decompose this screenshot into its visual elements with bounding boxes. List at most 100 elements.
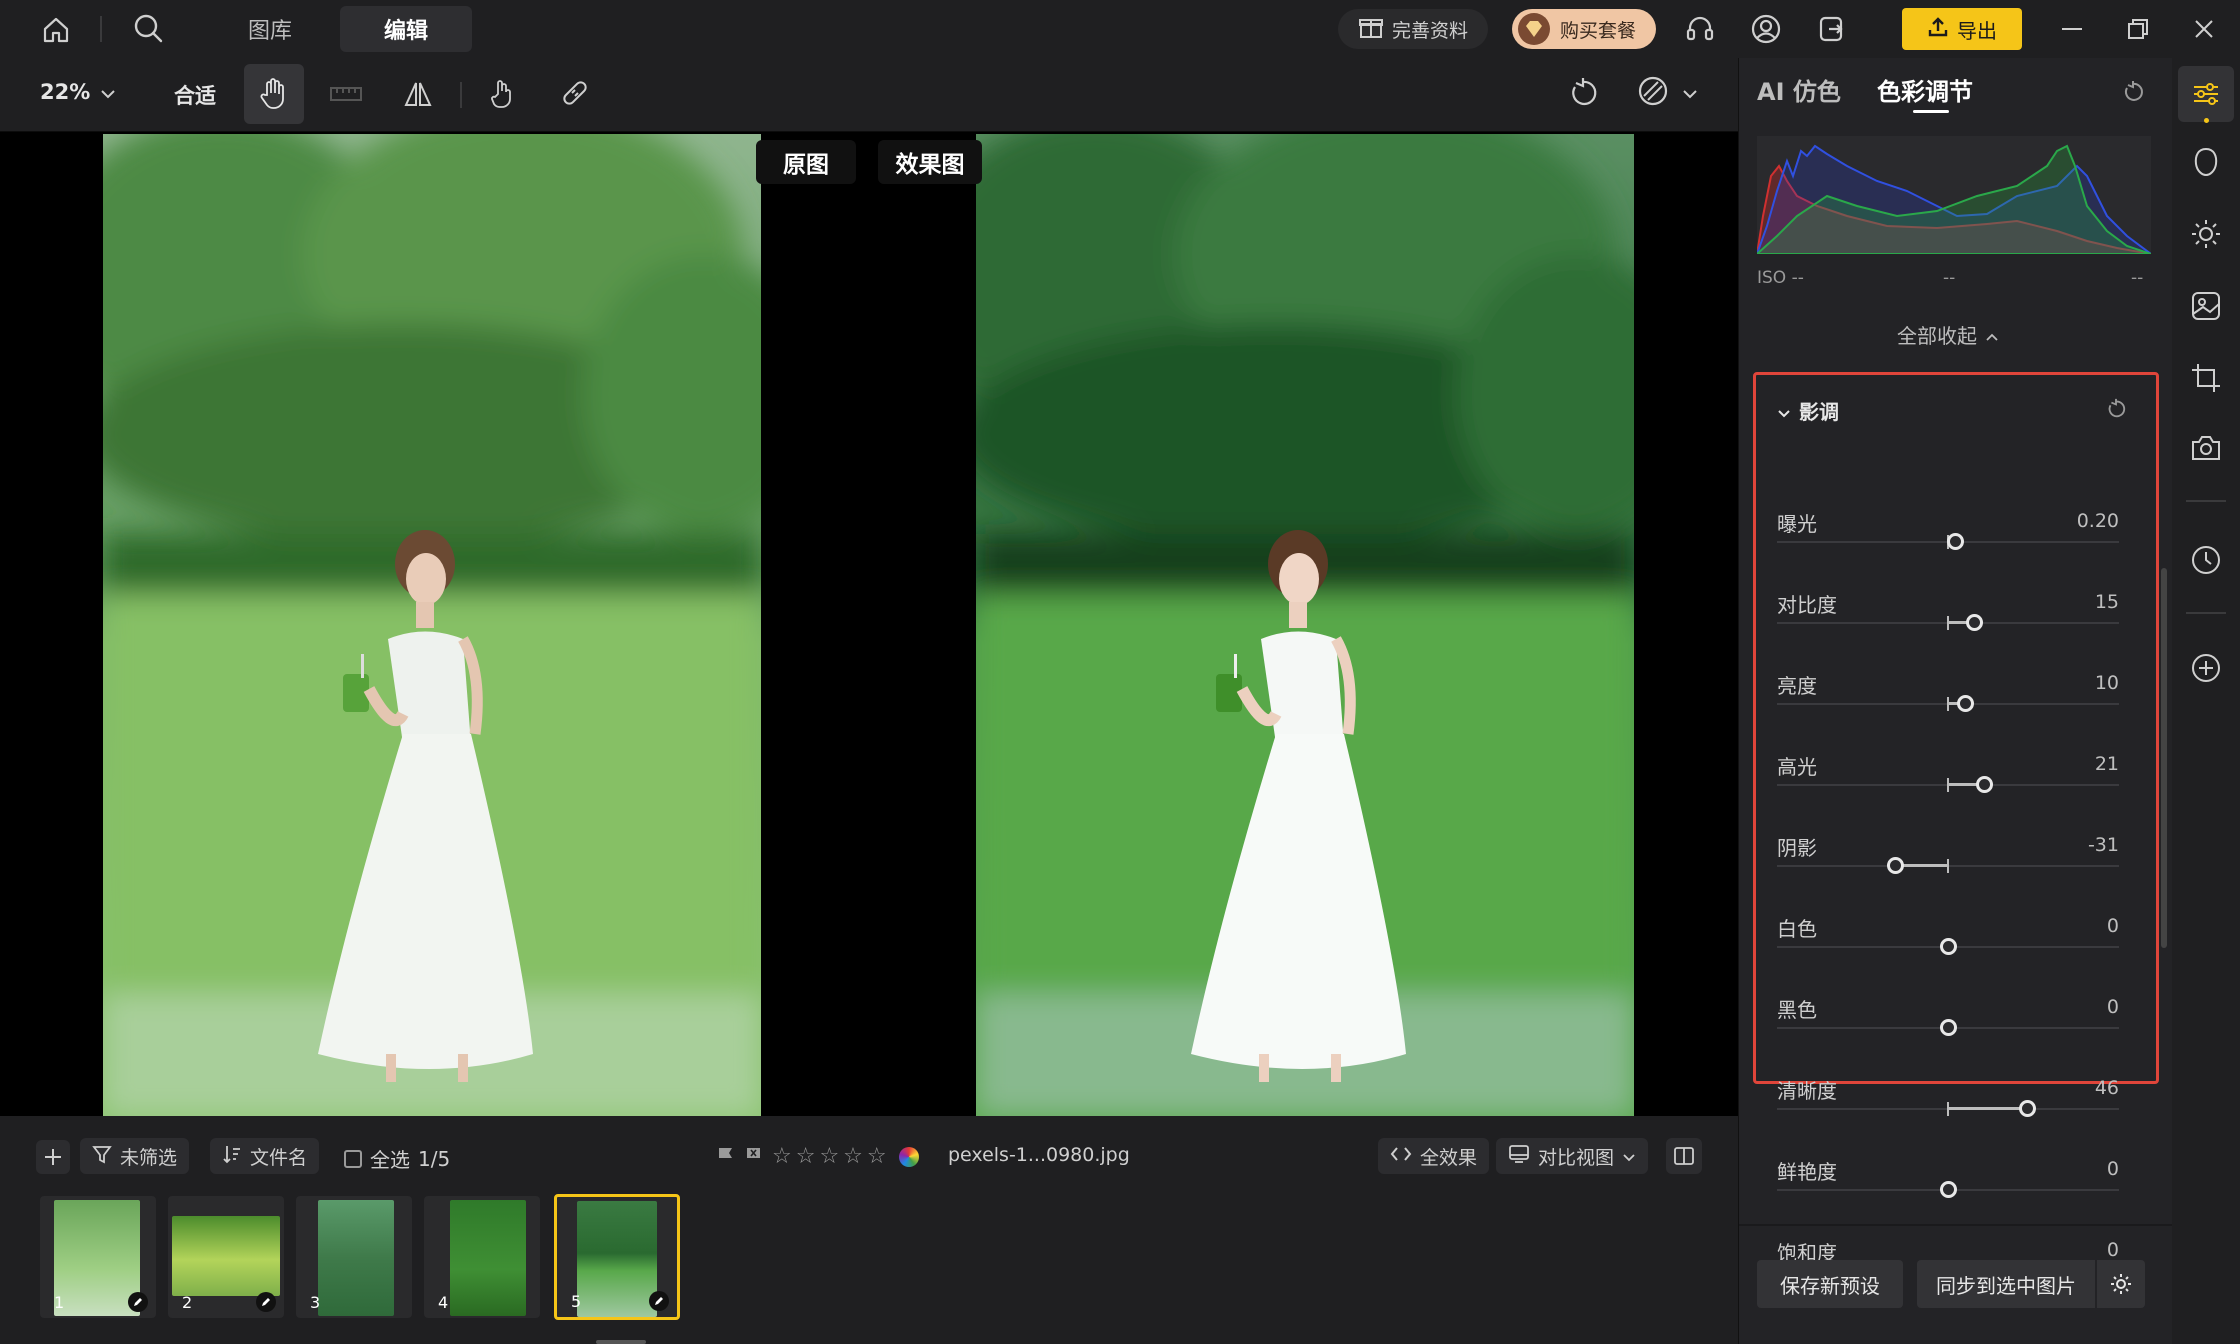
reset-icon[interactable] — [2117, 76, 2149, 108]
filmstrip-scroll-indicator[interactable] — [596, 1340, 646, 1344]
color-label-icon[interactable] — [898, 1146, 919, 1167]
ruler-icon[interactable] — [328, 76, 364, 112]
diamond-icon — [1518, 13, 1550, 45]
thumbnail[interactable]: 1 — [40, 1196, 156, 1318]
star-rating[interactable]: ☆☆☆☆☆ — [772, 1144, 891, 1169]
export-button[interactable]: 导出 — [1902, 8, 2022, 50]
slider-row[interactable]: 亮度 10 — [1777, 670, 2119, 751]
thumbnail-image — [172, 1216, 280, 1296]
slider-row[interactable]: 黑色 0 — [1777, 994, 2119, 1075]
slider-label: 亮度 — [1777, 674, 1817, 698]
save-preset-button[interactable]: 保存新预设 — [1757, 1260, 1903, 1308]
crop-icon[interactable] — [2186, 358, 2226, 398]
slider-knob[interactable] — [1940, 1181, 1957, 1198]
thumbnail[interactable]: 2 — [168, 1196, 284, 1318]
filter-label: 未筛选 — [120, 1146, 178, 1169]
settings-gear-icon[interactable] — [2097, 1260, 2145, 1308]
collapse-all-button[interactable]: 全部收起 — [1897, 320, 1999, 349]
filter-button[interactable]: 未筛选 — [80, 1138, 190, 1174]
select-all-label: 全选 — [370, 1148, 410, 1172]
sort-button[interactable]: 文件名 — [210, 1138, 320, 1174]
slider-row[interactable]: 阴影 -31 — [1777, 832, 2119, 913]
user-icon[interactable] — [1748, 12, 1784, 46]
histogram-iso: ISO -- — [1757, 268, 1804, 288]
slider-knob[interactable] — [1940, 938, 1957, 955]
buy-package-label: 购买套餐 — [1560, 19, 1637, 42]
history-icon[interactable] — [2186, 540, 2226, 580]
add-circle-icon[interactable] — [2186, 648, 2226, 688]
minimize-icon[interactable] — [2054, 12, 2090, 46]
buy-package-button[interactable]: 购买套餐 — [1512, 9, 1656, 49]
slider-value: 0 — [2106, 1239, 2119, 1261]
slider-row[interactable]: 曝光 0.20 — [1777, 508, 2119, 589]
slider-value: 46 — [2094, 1077, 2119, 1099]
thumbnail[interactable]: 3 — [296, 1196, 412, 1318]
thumbnail-image — [318, 1200, 394, 1316]
sort-label: 文件名 — [250, 1146, 308, 1169]
logout-icon[interactable] — [1814, 12, 1850, 46]
slider-row[interactable]: 白色 0 — [1777, 913, 2119, 994]
thumbnail-selected[interactable]: 5 — [554, 1194, 680, 1320]
slider-knob[interactable] — [1886, 857, 1904, 874]
slider-center-tick — [1947, 616, 1949, 630]
checkbox-icon — [344, 1149, 362, 1168]
restore-icon[interactable] — [2120, 12, 2156, 46]
flip-icon[interactable] — [400, 76, 436, 112]
split-view-icon[interactable] — [1666, 1138, 1702, 1174]
thumbnail-image — [577, 1201, 657, 1317]
face-icon[interactable] — [2186, 142, 2226, 182]
chevron-down-icon — [100, 80, 116, 104]
slider-row[interactable]: 清晰度 46 — [1777, 1075, 2119, 1156]
slider-knob[interactable] — [1946, 533, 1964, 550]
upload-icon — [1927, 16, 1949, 43]
active-dot — [2204, 118, 2209, 123]
histogram — [1754, 136, 2154, 255]
reject-flag-icon[interactable] — [744, 1145, 764, 1169]
search-icon[interactable] — [128, 10, 168, 46]
slider-row[interactable]: 高光 21 — [1777, 751, 2119, 832]
all-effects-button[interactable]: 全效果 — [1378, 1138, 1490, 1174]
slider-row[interactable]: 对比度 15 — [1777, 589, 2119, 670]
reset-icon[interactable] — [2101, 394, 2131, 424]
slider-knob[interactable] — [1965, 614, 1983, 631]
tab-edit[interactable]: 编辑 — [340, 6, 472, 52]
sync-selected-button[interactable]: 同步到选中图片 — [1917, 1260, 2095, 1308]
thumbnail[interactable]: 4 — [424, 1196, 540, 1318]
touch-icon[interactable] — [484, 74, 522, 112]
compare-view-dropdown[interactable]: 对比视图 — [1496, 1138, 1649, 1174]
reset-icon[interactable] — [1564, 74, 1602, 112]
headset-icon[interactable] — [1682, 12, 1718, 46]
result-label: 效果图 — [878, 140, 982, 184]
bandage-icon[interactable] — [556, 74, 594, 112]
sun-icon[interactable] — [2186, 214, 2226, 254]
home-icon[interactable] — [36, 14, 76, 46]
slider-value: 15 — [2094, 591, 2119, 613]
slider-knob[interactable] — [1957, 695, 1975, 712]
sliders-icon[interactable] — [2178, 66, 2234, 122]
collapse-all-label: 全部收起 — [1897, 324, 1977, 348]
tab-color-adjust[interactable]: 色彩调节 — [1877, 72, 1973, 107]
close-icon[interactable] — [2186, 12, 2222, 46]
flag-icon[interactable] — [716, 1145, 736, 1169]
camera-icon[interactable] — [2186, 428, 2226, 468]
add-icon[interactable] — [36, 1140, 70, 1174]
complete-profile-button[interactable]: 完善资料 — [1338, 9, 1488, 49]
tab-gallery[interactable]: 图库 — [220, 6, 320, 52]
slider-label: 曝光 — [1777, 512, 1817, 536]
tab-ai-color[interactable]: AI 仿色 — [1757, 72, 1841, 107]
slider-knob[interactable] — [2018, 1100, 2036, 1117]
compare-canvas[interactable]: 原图 效果图 — [0, 132, 1738, 1116]
image-adjust-icon[interactable] — [2186, 286, 2226, 326]
overlay-dropdown[interactable] — [1636, 74, 1698, 112]
select-all-checkbox[interactable]: 全选 1/5 — [344, 1144, 450, 1173]
slider-knob[interactable] — [1940, 1019, 1957, 1036]
panel-scrollbar[interactable] — [2161, 568, 2167, 948]
hand-tool-icon[interactable] — [244, 64, 304, 124]
divider — [100, 16, 102, 42]
thumbnail-number: 3 — [310, 1293, 321, 1312]
slider-knob[interactable] — [1975, 776, 1993, 793]
slider-center-tick — [1947, 1102, 1949, 1116]
tone-section-header[interactable]: 影调 — [1777, 396, 1839, 425]
zoom-dropdown[interactable]: 22% — [40, 80, 116, 104]
fit-button[interactable]: 合适 — [174, 80, 216, 110]
